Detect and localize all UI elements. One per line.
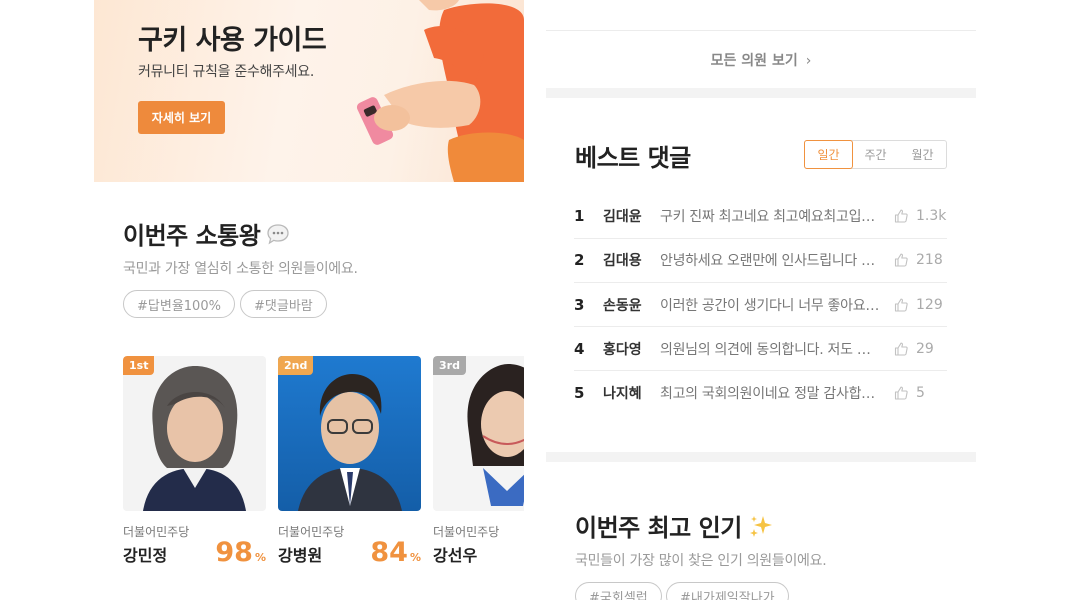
comment-rank: 2 (574, 251, 585, 270)
comment-author: 김대윤 (603, 209, 642, 225)
tab-monthly[interactable]: 월간 (899, 141, 946, 168)
see-all-members-link[interactable]: 모든 의원 보기 › (546, 50, 976, 70)
member-photo: 1st (123, 356, 266, 511)
thumbs-up-icon (894, 209, 908, 223)
member-percent: 84% (370, 537, 421, 568)
comment-text: 이러한 공간이 생기다니 너무 좋아요 정말로 (660, 297, 882, 314)
member-card[interactable]: 1st 더불어민주당 강민정 98% (123, 356, 266, 568)
comment-likes[interactable]: 129 (894, 297, 943, 313)
tag-answer-rate[interactable]: #답변율100% (123, 290, 235, 318)
comment-row[interactable]: 1 김대윤 구키 진짜 최고네요 최고예요최고입니다 1.3k (574, 194, 947, 238)
right-column: 모든 의원 보기 › 베스트 댓글 일간 주간 월간 1 김대윤 구키 진짜 최고네요… (546, 0, 976, 600)
best-comments-title: 베스트 댓글 (575, 138, 691, 173)
rank-badge: 1st (123, 356, 155, 375)
comment-rank: 3 (574, 295, 585, 314)
banner-detail-button[interactable]: 자세히 보기 (138, 101, 225, 134)
tab-weekly[interactable]: 주간 (852, 141, 899, 168)
member-card[interactable]: 3rd 더불어민주당 강선우 (433, 356, 524, 565)
member-party: 더불어민주당 (278, 525, 345, 539)
top-communicator-title: 이번주 소통왕 (123, 216, 290, 251)
banner-illustration (356, 0, 524, 182)
member-name: 강선우 (433, 546, 478, 565)
member-photo: 3rd (433, 356, 524, 511)
member-portrait (433, 356, 524, 511)
thumbs-up-icon (894, 342, 908, 356)
comment-row[interactable]: 5 나지혜 최고의 국회의원이네요 정말 감사합니다 5 (574, 371, 947, 415)
banner-title: 구키 사용 가이드 (138, 25, 327, 56)
percent-value: 98 (215, 537, 253, 568)
comment-rank: 5 (574, 384, 585, 403)
comment-likes[interactable]: 29 (894, 341, 934, 357)
member-card[interactable]: 2nd 더불어민주당 강병원 84% (278, 356, 421, 568)
comment-row[interactable]: 2 김대용 안녕하세요 오랜만에 인사드립니다 반갑습니다 218 (574, 238, 947, 282)
popular-title: 이번주 최고 인기 (575, 508, 774, 543)
comment-rank: 1 (574, 207, 585, 225)
popular-description: 국민들이 가장 많이 찾은 인기 의원들이에요. (575, 553, 827, 569)
comment-text: 의원님의 의견에 동의합니다. 저도 계속 응원해요 (660, 341, 882, 358)
best-comments-title-text: 베스트 댓글 (575, 144, 691, 172)
comment-row[interactable]: 3 손동윤 이러한 공간이 생기다니 너무 좋아요 정말로 129 (574, 283, 947, 327)
left-column: 구키 사용 가이드 커뮤니티 규칙을 준수해주세요. 자세히 보기 이번주 소통… (94, 0, 524, 600)
divider (546, 30, 976, 31)
rank-badge: 3rd (433, 356, 466, 375)
thumbs-up-icon (894, 298, 908, 312)
member-name: 강병원 (278, 546, 323, 565)
tag-top-rank[interactable]: #내가제일잘나가 (666, 582, 789, 600)
top-communicator-description: 국민과 가장 열심히 소통한 의원들이에요. (123, 261, 358, 277)
tab-daily[interactable]: 일간 (804, 140, 853, 169)
member-name: 강민정 (123, 546, 168, 565)
comment-author: 홍다영 (603, 341, 642, 358)
like-count: 29 (916, 340, 934, 357)
section-divider (546, 88, 976, 98)
popular-title-text: 이번주 최고 인기 (575, 514, 742, 542)
comment-author: 나지혜 (603, 386, 642, 403)
thumbs-up-icon (894, 253, 908, 267)
tag-celeb[interactable]: #국회셀럽 (575, 582, 662, 600)
comment-author: 손동윤 (603, 297, 642, 314)
like-count: 218 (916, 252, 943, 269)
tag-comment-wind[interactable]: #댓글바람 (240, 290, 327, 318)
thumbs-up-icon (894, 386, 908, 400)
comment-text: 구키 진짜 최고네요 최고예요최고입니다 (660, 209, 882, 225)
comment-row[interactable]: 4 홍다영 의원님의 의견에 동의합니다. 저도 계속 응원해요 29 (574, 327, 947, 371)
like-count: 129 (916, 296, 943, 313)
member-portrait (278, 356, 421, 511)
sparkles-icon (749, 515, 772, 537)
guide-banner[interactable]: 구키 사용 가이드 커뮤니티 규칙을 준수해주세요. 자세히 보기 (94, 0, 524, 182)
rank-badge: 2nd (278, 356, 314, 375)
comment-rank: 4 (574, 339, 585, 358)
speech-bubble-icon (267, 223, 289, 244)
section-divider (546, 452, 976, 462)
comment-text: 안녕하세요 오랜만에 인사드립니다 반갑습니다 (660, 253, 882, 270)
member-percent: 98% (215, 537, 266, 568)
top-communicator-title-text: 이번주 소통왕 (123, 222, 261, 250)
banner-subtitle: 커뮤니티 규칙을 준수해주세요. (138, 64, 314, 80)
percent-value: 84 (370, 537, 408, 568)
comment-likes[interactable]: 218 (894, 252, 943, 268)
percent-unit: % (409, 551, 421, 564)
member-photo: 2nd (278, 356, 421, 511)
comment-author: 김대용 (603, 253, 642, 270)
comment-text: 최고의 국회의원이네요 정말 감사합니다 (660, 386, 882, 403)
see-all-label: 모든 의원 보기 (710, 53, 798, 69)
member-party: 더불어민주당 (433, 525, 500, 539)
percent-unit: % (254, 551, 266, 564)
like-count: 5 (916, 385, 925, 402)
chevron-right-icon: › (805, 53, 812, 69)
comment-likes[interactable]: 1.3k (894, 208, 946, 224)
member-portrait (123, 356, 266, 511)
member-party: 더불어민주당 (123, 525, 190, 539)
period-toggle: 일간 주간 월간 (804, 140, 947, 169)
comment-likes[interactable]: 5 (894, 385, 925, 401)
like-count: 1.3k (916, 208, 947, 224)
